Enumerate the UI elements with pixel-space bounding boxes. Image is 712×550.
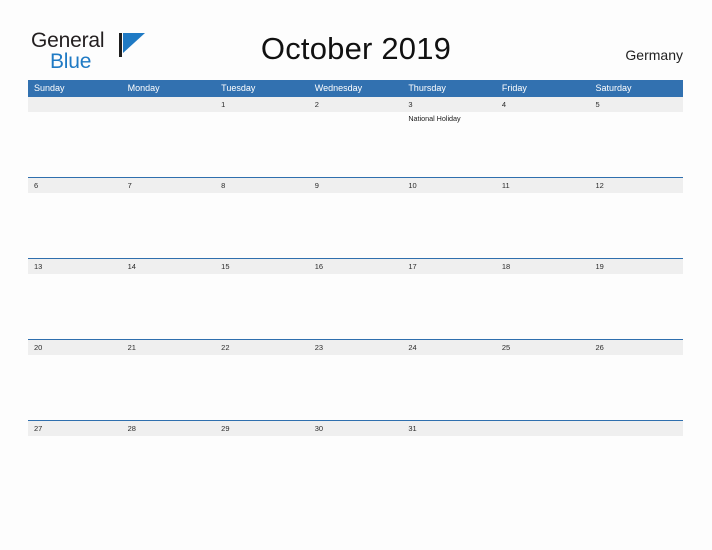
date-number[interactable]: 16 bbox=[309, 259, 403, 274]
day-cell[interactable] bbox=[28, 193, 122, 258]
weekday-header-thursday: Thursday bbox=[408, 83, 446, 93]
day-cell[interactable] bbox=[122, 193, 216, 258]
day-cell[interactable] bbox=[589, 436, 683, 501]
date-number[interactable]: 26 bbox=[589, 340, 683, 355]
day-cell[interactable] bbox=[215, 274, 309, 339]
date-number[interactable]: 28 bbox=[122, 421, 216, 436]
calendar-week-row: 1 2 3 4 5 National Holiday bbox=[28, 97, 683, 177]
weekday-header-friday: Friday bbox=[501, 83, 527, 93]
calendar-grid: Sunday Monday Tuesday Wednesday Thursday… bbox=[28, 80, 683, 501]
day-cell[interactable] bbox=[28, 436, 122, 501]
date-number[interactable] bbox=[122, 97, 216, 112]
date-number-band: 1 2 3 4 5 bbox=[28, 97, 683, 112]
date-number[interactable]: 19 bbox=[589, 259, 683, 274]
day-cell[interactable] bbox=[496, 112, 590, 177]
day-cell[interactable] bbox=[309, 355, 403, 420]
weekday-header-wednesday: Wednesday bbox=[314, 83, 363, 93]
date-number[interactable]: 29 bbox=[215, 421, 309, 436]
day-cell[interactable] bbox=[402, 436, 496, 501]
day-cell[interactable] bbox=[122, 112, 216, 177]
date-number[interactable]: 25 bbox=[496, 340, 590, 355]
day-content-band bbox=[28, 436, 683, 501]
day-content-band: National Holiday bbox=[28, 112, 683, 177]
day-cell[interactable] bbox=[215, 112, 309, 177]
date-number-band: 6 7 8 9 10 11 12 bbox=[28, 178, 683, 193]
day-cell[interactable] bbox=[402, 193, 496, 258]
weekday-header-sunday: Sunday bbox=[34, 83, 65, 93]
day-content-band bbox=[28, 274, 683, 339]
calendar-week-row: 6 7 8 9 10 11 12 bbox=[28, 177, 683, 258]
date-number[interactable]: 6 bbox=[28, 178, 122, 193]
date-number[interactable]: 9 bbox=[309, 178, 403, 193]
date-number[interactable]: 2 bbox=[309, 97, 403, 112]
date-number[interactable]: 4 bbox=[496, 97, 590, 112]
date-number-band: 20 21 22 23 24 25 26 bbox=[28, 340, 683, 355]
date-number[interactable]: 18 bbox=[496, 259, 590, 274]
calendar-week-row: 20 21 22 23 24 25 26 bbox=[28, 339, 683, 420]
day-cell[interactable] bbox=[496, 274, 590, 339]
date-number[interactable]: 22 bbox=[215, 340, 309, 355]
day-cell[interactable] bbox=[28, 112, 122, 177]
weekday-header-saturday: Saturday bbox=[595, 83, 632, 93]
date-number[interactable]: 24 bbox=[402, 340, 496, 355]
date-number-band: 27 28 29 30 31 bbox=[28, 421, 683, 436]
day-cell[interactable] bbox=[28, 274, 122, 339]
date-number[interactable]: 20 bbox=[28, 340, 122, 355]
day-cell[interactable] bbox=[122, 274, 216, 339]
day-cell[interactable] bbox=[215, 436, 309, 501]
day-cell[interactable] bbox=[496, 355, 590, 420]
date-number[interactable]: 3 bbox=[402, 97, 496, 112]
date-number[interactable]: 27 bbox=[28, 421, 122, 436]
date-number[interactable]: 23 bbox=[309, 340, 403, 355]
day-event-label: National Holiday bbox=[408, 114, 461, 123]
date-number[interactable]: 1 bbox=[215, 97, 309, 112]
date-number-band: 13 14 15 16 17 18 19 bbox=[28, 259, 683, 274]
day-cell[interactable] bbox=[496, 193, 590, 258]
weekday-header-tuesday: Tuesday bbox=[221, 83, 256, 93]
calendar-page: General Blue October 2019 Germany Sunday… bbox=[0, 0, 712, 550]
date-number[interactable]: 7 bbox=[122, 178, 216, 193]
day-cell[interactable] bbox=[496, 436, 590, 501]
day-cell[interactable] bbox=[309, 436, 403, 501]
day-cell[interactable] bbox=[589, 193, 683, 258]
date-number[interactable]: 17 bbox=[402, 259, 496, 274]
date-number[interactable]: 5 bbox=[589, 97, 683, 112]
day-cell[interactable]: National Holiday bbox=[402, 112, 496, 177]
day-content-band bbox=[28, 355, 683, 420]
day-cell[interactable] bbox=[309, 274, 403, 339]
region-label: Germany bbox=[625, 47, 683, 63]
day-cell[interactable] bbox=[309, 112, 403, 177]
date-number[interactable]: 10 bbox=[402, 178, 496, 193]
day-cell[interactable] bbox=[28, 355, 122, 420]
day-cell[interactable] bbox=[309, 193, 403, 258]
date-number[interactable]: 14 bbox=[122, 259, 216, 274]
weekday-header-row: Sunday Monday Tuesday Wednesday Thursday… bbox=[28, 80, 683, 97]
page-title: October 2019 bbox=[260, 31, 452, 66]
date-number[interactable]: 11 bbox=[496, 178, 590, 193]
day-cell[interactable] bbox=[215, 355, 309, 420]
day-cell[interactable] bbox=[589, 355, 683, 420]
day-cell[interactable] bbox=[402, 274, 496, 339]
date-number[interactable]: 8 bbox=[215, 178, 309, 193]
date-number[interactable]: 15 bbox=[215, 259, 309, 274]
date-number[interactable]: 13 bbox=[28, 259, 122, 274]
date-number[interactable]: 31 bbox=[402, 421, 496, 436]
day-cell[interactable] bbox=[215, 193, 309, 258]
day-content-band bbox=[28, 193, 683, 258]
day-cell[interactable] bbox=[589, 112, 683, 177]
day-cell[interactable] bbox=[122, 355, 216, 420]
calendar-week-row: 27 28 29 30 31 bbox=[28, 420, 683, 501]
calendar-week-row: 13 14 15 16 17 18 19 bbox=[28, 258, 683, 339]
date-number[interactable] bbox=[28, 97, 122, 112]
weekday-header-monday: Monday bbox=[127, 83, 160, 93]
day-cell[interactable] bbox=[122, 436, 216, 501]
day-cell[interactable] bbox=[589, 274, 683, 339]
date-number[interactable] bbox=[589, 421, 683, 436]
date-number[interactable]: 21 bbox=[122, 340, 216, 355]
date-number[interactable]: 30 bbox=[309, 421, 403, 436]
day-cell[interactable] bbox=[402, 355, 496, 420]
date-number[interactable]: 12 bbox=[589, 178, 683, 193]
date-number[interactable] bbox=[496, 421, 590, 436]
page-header: General Blue October 2019 Germany bbox=[0, 0, 712, 80]
